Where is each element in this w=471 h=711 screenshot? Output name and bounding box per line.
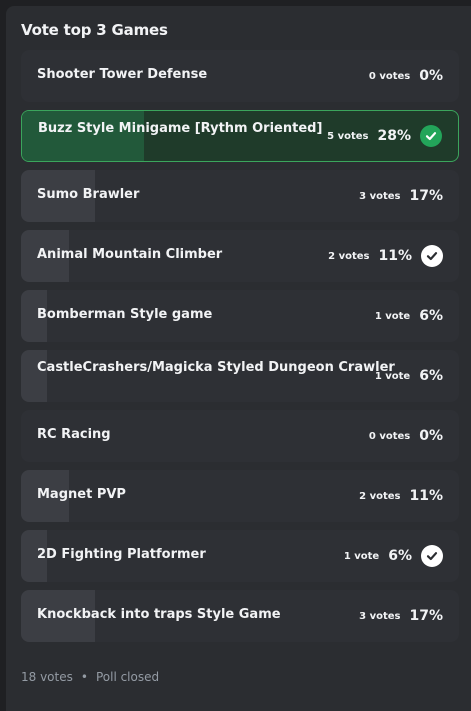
poll-total-votes: 18 votes (21, 670, 73, 684)
answer-stats: 0 votes 0% (369, 410, 459, 462)
answer-label: Buzz Style Minigame [Rythm Oriented] (38, 121, 323, 136)
poll-footer: 18 votes • Poll closed (21, 670, 159, 684)
answer-percent: 28% (377, 128, 411, 144)
answer-percent: 17% (409, 608, 443, 624)
answer-percent: 0% (419, 428, 443, 444)
answer-stats: 3 votes 17% (359, 590, 459, 642)
answer-stats: 1 vote 6% (344, 530, 459, 582)
answer-vote-count: 1 vote (374, 370, 411, 382)
answer-percent: 11% (378, 248, 412, 264)
check-circle-icon (420, 125, 442, 147)
answer-vote-count: 0 votes (368, 430, 411, 442)
answer-percent: 6% (419, 368, 443, 384)
answer-vote-count: 1 vote (343, 550, 380, 562)
answer-label: RC Racing (37, 427, 111, 442)
answer-label: Sumo Brawler (37, 187, 140, 202)
answer-vote-count: 3 votes (359, 610, 401, 622)
answer-percent: 0% (419, 68, 443, 84)
answer-percent: 6% (419, 308, 443, 324)
check-circle-icon (421, 545, 443, 567)
answer-vote-count: 5 votes (327, 130, 369, 142)
check-circle-icon (421, 245, 443, 267)
answer-label: Magnet PVP (37, 487, 126, 502)
poll-answer[interactable]: CastleCrashers/Magicka Styled Dungeon Cr… (21, 350, 459, 402)
answer-label: Animal Mountain Climber (37, 247, 223, 262)
poll-card: Vote top 3 Games Shooter Tower Defense 0… (6, 6, 471, 711)
answer-stats: 0 votes 0% (369, 50, 459, 102)
answer-label: Shooter Tower Defense (37, 67, 208, 82)
poll-answer[interactable]: Shooter Tower Defense 0 votes 0% (21, 50, 459, 102)
answer-vote-count: 1 vote (374, 310, 411, 322)
poll-answer[interactable]: Knockback into traps Style Game 3 votes … (21, 590, 459, 642)
answer-vote-count: 2 votes (359, 490, 401, 502)
poll-status: Poll closed (95, 670, 160, 684)
poll-answers: Shooter Tower Defense 0 votes 0% Buzz St… (21, 50, 459, 650)
answer-label: Knockback into traps Style Game (37, 607, 281, 622)
answer-percent: 17% (409, 188, 443, 204)
answer-label: Bomberman Style game (37, 307, 213, 322)
poll-answer[interactable]: 2D Fighting Platformer 1 vote 6% (21, 530, 459, 582)
answer-stats: 2 votes 11% (359, 470, 459, 522)
poll-answer[interactable]: Bomberman Style game 1 vote 6% (21, 290, 459, 342)
poll-answer[interactable]: Magnet PVP 2 votes 11% (21, 470, 459, 522)
answer-stats: 2 votes 11% (328, 230, 459, 282)
answer-stats: 5 votes 28% (327, 111, 458, 161)
answer-vote-count: 0 votes (368, 70, 411, 82)
answer-label: 2D Fighting Platformer (37, 547, 206, 562)
poll-title: Vote top 3 Games (21, 21, 168, 39)
answer-percent: 6% (388, 548, 412, 564)
answer-label: CastleCrashers/Magicka Styled Dungeon Cr… (37, 360, 395, 375)
poll-answer[interactable]: Sumo Brawler 3 votes 17% (21, 170, 459, 222)
answer-vote-count: 2 votes (328, 250, 370, 262)
footer-separator: • (80, 670, 88, 684)
answer-vote-count: 3 votes (359, 190, 401, 202)
poll-answer[interactable]: Buzz Style Minigame [Rythm Oriented] 5 v… (21, 110, 459, 162)
poll-answer[interactable]: RC Racing 0 votes 0% (21, 410, 459, 462)
answer-stats: 3 votes 17% (359, 170, 459, 222)
answer-percent: 11% (409, 488, 443, 504)
poll-answer[interactable]: Animal Mountain Climber 2 votes 11% (21, 230, 459, 282)
answer-stats: 1 vote 6% (375, 350, 459, 402)
answer-stats: 1 vote 6% (375, 290, 459, 342)
